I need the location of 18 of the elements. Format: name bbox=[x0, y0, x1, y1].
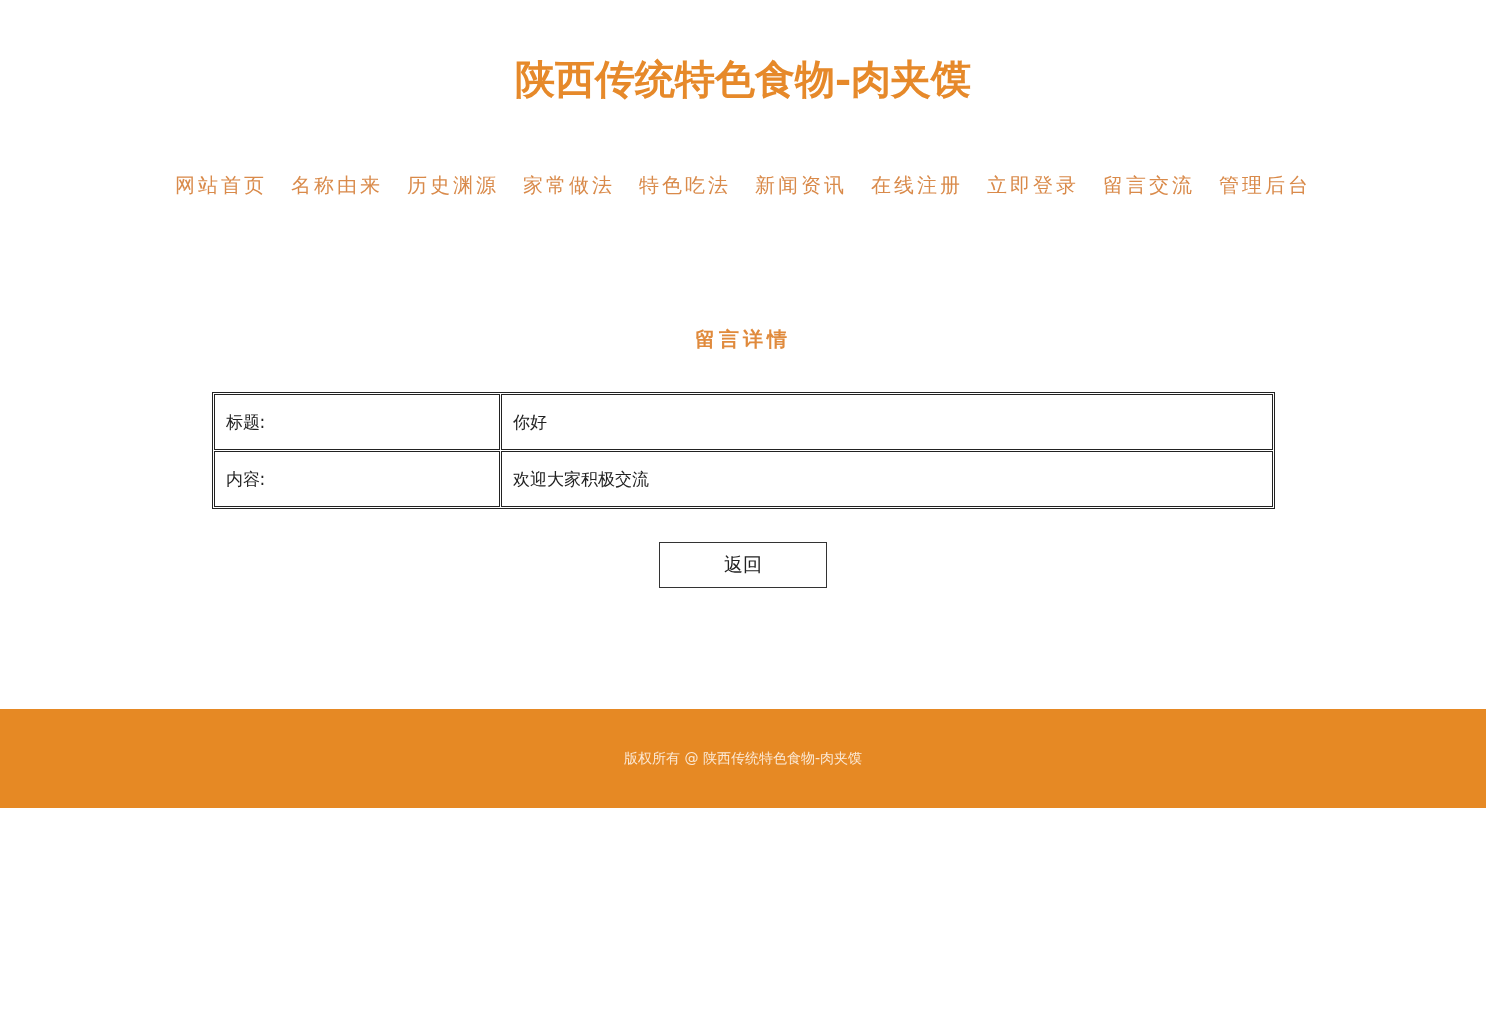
nav-link[interactable]: 留言交流 bbox=[1103, 170, 1195, 200]
nav-link[interactable]: 在线注册 bbox=[871, 170, 963, 200]
table-cell: 标题: bbox=[213, 394, 500, 450]
table-cell: 内容: bbox=[213, 451, 500, 507]
copyright-text: 版权所有 @ 陕西传统特色食物-肉夹馍 bbox=[624, 749, 862, 768]
table-cell: 你好 bbox=[500, 394, 1273, 450]
section-heading: 留言详情 bbox=[694, 326, 792, 353]
nav-link[interactable]: 新闻资讯 bbox=[755, 170, 847, 200]
nav-link[interactable]: 家常做法 bbox=[523, 170, 615, 200]
nav-link[interactable]: 立即登录 bbox=[987, 170, 1079, 200]
nav-link[interactable]: 历史渊源 bbox=[407, 170, 499, 200]
nav-link[interactable]: 名称由来 bbox=[291, 170, 383, 200]
nav-link[interactable]: 网站首页 bbox=[175, 170, 267, 200]
site-title: 陕西传统特色食物-肉夹馍 bbox=[513, 54, 973, 104]
back-button[interactable]: 返回 bbox=[659, 542, 827, 588]
table-cell: 欢迎大家积极交流 bbox=[500, 451, 1273, 507]
nav-link[interactable]: 管理后台 bbox=[1219, 170, 1311, 200]
nav-link[interactable]: 特色吃法 bbox=[639, 170, 731, 200]
